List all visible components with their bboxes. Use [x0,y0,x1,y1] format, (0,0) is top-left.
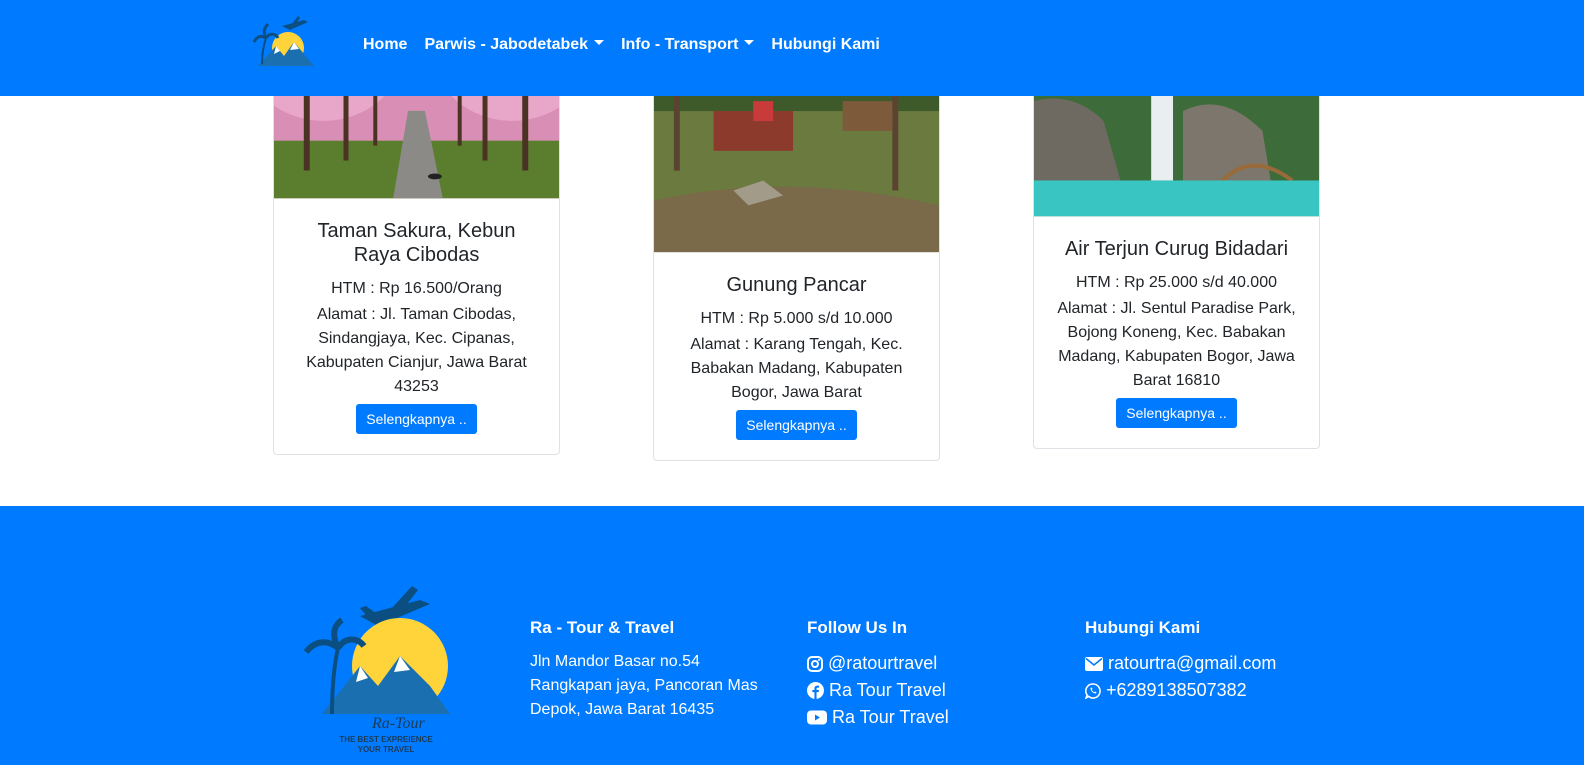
instagram-link[interactable]: @ratourtravel [807,650,949,677]
navbar: Home Parwis - Jabodetabek Info - Transpo… [0,0,1584,96]
card-htm: HTM : Rp 5.000 s/d 10.000 [700,310,893,327]
card-htm: HTM : Rp 16.500/Orang [331,280,502,297]
card-address: Alamat : Karang Tengah, Kec. Babakan Mad… [690,336,903,401]
footer-contact: Hubungi Kami ratourtra@gmail.com +628913… [1085,618,1276,704]
nav-home[interactable]: Home [363,36,407,54]
nav-parwis-dropdown[interactable]: Parwis - Jabodetabek [424,36,605,54]
footer-address-line-1: Jln Mandor Basar no.54 [530,653,700,670]
footer-logo-tagline-2: YOUR TRAVEL [358,745,415,754]
instagram-handle: @ratourtravel [828,653,938,673]
footer-follow: Follow Us In @ratourtravel Ra Tour Trave… [807,618,949,731]
card-title: Gunung Pancar [726,274,867,296]
nav-links: Home Parwis - Jabodetabek Info - Transpo… [363,36,897,54]
selengkapnya-button[interactable]: Selengkapnya .. [1116,398,1237,428]
email-link[interactable]: ratourtra@gmail.com [1085,650,1276,677]
facebook-icon [807,682,824,699]
card-title: Air Terjun Curug Bidadari [1064,238,1289,260]
brand-logo[interactable] [252,16,320,70]
selengkapnya-button[interactable]: Selengkapnya .. [356,404,477,434]
nav-home-label: Home [363,36,408,53]
card-address: Alamat : Jl. Taman Cibodas, Sindangjaya,… [306,306,527,395]
youtube-icon [807,710,827,725]
youtube-channel: Ra Tour Travel [832,707,949,727]
footer-logo-tagline-1: THE BEST EXPREIENCE [339,735,433,744]
footer-address-line-2: Rangkapan jaya, Pancoran Mas [530,677,758,694]
card-address: Alamat : Jl. Sentul Paradise Park, Bojon… [1057,300,1296,389]
email-address: ratourtra@gmail.com [1108,653,1277,673]
nav-contact[interactable]: Hubungi Kami [771,36,879,54]
facebook-name: Ra Tour Travel [829,680,946,700]
nav-transport-dropdown[interactable]: Info - Transport [621,36,755,54]
caret-down-icon [744,40,755,46]
selengkapnya-button[interactable]: Selengkapnya .. [736,410,857,440]
envelope-icon [1085,656,1103,671]
card-title: Taman Sakura, Kebun Raya Cibodas [317,220,516,266]
nav-contact-label: Hubungi Kami [771,36,880,53]
footer: Ra-Tour THE BEST EXPREIENCE YOUR TRAVEL … [0,506,1584,765]
footer-address-line-3: Depok, Jawa Barat 16435 [530,701,715,718]
footer-contact-title: Hubungi Kami [1085,618,1201,637]
footer-follow-title: Follow Us In [807,618,908,637]
instagram-icon [807,655,823,672]
caret-down-icon [594,40,605,46]
whatsapp-number: +6289138507382 [1106,680,1247,700]
whatsapp-icon [1085,682,1101,699]
nav-parwis-label: Parwis - Jabodetabek [424,36,589,53]
footer-logo: Ra-Tour THE BEST EXPREIENCE YOUR TRAVEL [303,586,450,754]
youtube-link[interactable]: Ra Tour Travel [807,704,949,731]
card-htm: HTM : Rp 25.000 s/d 40.000 [1076,274,1277,291]
footer-logo-name: Ra-Tour [371,715,426,732]
footer-company: Ra - Tour & Travel Jln Mandor Basar no.5… [530,618,758,722]
nav-transport-label: Info - Transport [621,36,739,53]
whatsapp-link[interactable]: +6289138507382 [1085,677,1276,704]
footer-company-title: Ra - Tour & Travel [530,618,675,637]
facebook-link[interactable]: Ra Tour Travel [807,677,949,704]
